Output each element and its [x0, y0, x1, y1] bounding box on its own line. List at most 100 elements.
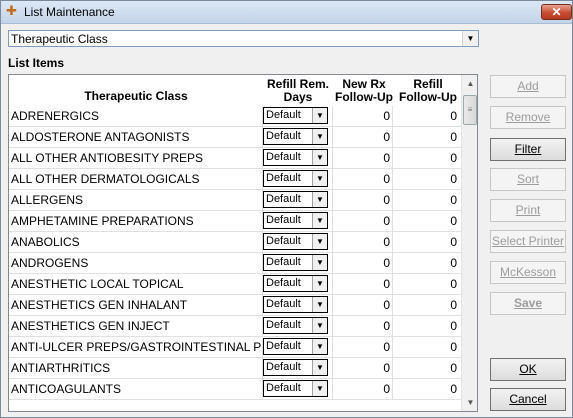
therapeutic-class-cell[interactable]: ALLERGENS: [9, 190, 263, 210]
therapeutic-class-cell[interactable]: ANDROGENS: [9, 253, 263, 273]
refill-follow-up-cell[interactable]: 0: [393, 379, 461, 399]
refill-days-select[interactable]: Default ▼: [263, 128, 328, 145]
new-rx-follow-up-cell[interactable]: 0: [333, 337, 393, 357]
therapeutic-class-cell[interactable]: ALDOSTERONE ANTAGONISTS: [9, 127, 263, 147]
scroll-thumb[interactable]: ≡: [463, 95, 477, 125]
new-rx-follow-up-cell[interactable]: 0: [333, 274, 393, 294]
refill-follow-up-cell[interactable]: 0: [393, 295, 461, 315]
table-row[interactable]: ALL OTHER ANTIOBESITY PREPS Default ▼ 0 0: [9, 148, 461, 169]
chevron-down-icon[interactable]: ▼: [312, 318, 327, 333]
refill-follow-up-cell[interactable]: 0: [393, 358, 461, 378]
chevron-down-icon[interactable]: ▼: [312, 255, 327, 270]
close-button[interactable]: ✕: [541, 4, 572, 20]
new-rx-follow-up-cell[interactable]: 0: [333, 232, 393, 252]
refill-days-select[interactable]: Default ▼: [263, 170, 328, 187]
ok-button[interactable]: OK: [490, 358, 566, 381]
refill-follow-up-cell[interactable]: 0: [393, 127, 461, 147]
refill-follow-up-cell[interactable]: 0: [393, 211, 461, 231]
list-type-select[interactable]: Therapeutic Class ▼: [8, 30, 479, 47]
table-row[interactable]: ANDROGENS Default ▼ 0 0: [9, 253, 461, 274]
scroll-up-icon[interactable]: ▲: [462, 75, 477, 92]
chevron-down-icon[interactable]: ▼: [312, 213, 327, 228]
therapeutic-class-cell[interactable]: ALL OTHER ANTIOBESITY PREPS: [9, 148, 263, 168]
new-rx-follow-up-cell[interactable]: 0: [333, 106, 393, 126]
chevron-down-icon[interactable]: ▼: [462, 31, 478, 46]
filter-button[interactable]: Filter: [490, 138, 566, 161]
select-printer-button[interactable]: Select Printer: [490, 230, 566, 253]
column-header-refill-rem-days[interactable]: Refill Rem. Days: [263, 75, 333, 106]
vertical-scrollbar[interactable]: ▲ ≡ ▼: [461, 75, 477, 411]
chevron-down-icon[interactable]: ▼: [312, 171, 327, 186]
chevron-down-icon[interactable]: ▼: [312, 360, 327, 375]
refill-days-select[interactable]: Default ▼: [263, 275, 328, 292]
sort-button[interactable]: Sort: [490, 168, 566, 191]
chevron-down-icon[interactable]: ▼: [312, 381, 327, 396]
refill-days-select[interactable]: Default ▼: [263, 212, 328, 229]
chevron-down-icon[interactable]: ▼: [312, 192, 327, 207]
chevron-down-icon[interactable]: ▼: [312, 108, 327, 123]
chevron-down-icon[interactable]: ▼: [312, 339, 327, 354]
title-bar[interactable]: ✚ List Maintenance ✕: [1, 1, 572, 24]
new-rx-follow-up-cell[interactable]: 0: [333, 253, 393, 273]
new-rx-follow-up-cell[interactable]: 0: [333, 190, 393, 210]
table-row[interactable]: ANESTHETICS GEN INJECT Default ▼ 0 0: [9, 316, 461, 337]
refill-follow-up-cell[interactable]: 0: [393, 190, 461, 210]
chevron-down-icon[interactable]: ▼: [312, 276, 327, 291]
table-row[interactable]: ANESTHETICS GEN INHALANT Default ▼ 0 0: [9, 295, 461, 316]
cancel-button[interactable]: Cancel: [490, 388, 566, 411]
chevron-down-icon[interactable]: ▼: [312, 150, 327, 165]
chevron-down-icon[interactable]: ▼: [312, 234, 327, 249]
new-rx-follow-up-cell[interactable]: 0: [333, 379, 393, 399]
refill-days-select[interactable]: Default ▼: [263, 380, 328, 397]
therapeutic-class-cell[interactable]: ANTIARTHRITICS: [9, 358, 263, 378]
new-rx-follow-up-cell[interactable]: 0: [333, 358, 393, 378]
chevron-down-icon[interactable]: ▼: [312, 297, 327, 312]
therapeutic-class-cell[interactable]: AMPHETAMINE PREPARATIONS: [9, 211, 263, 231]
refill-days-select[interactable]: Default ▼: [263, 191, 328, 208]
therapeutic-class-cell[interactable]: ANABOLICS: [9, 232, 263, 252]
therapeutic-class-cell[interactable]: ADRENERGICS: [9, 106, 263, 126]
table-row[interactable]: ALL OTHER DERMATOLOGICALS Default ▼ 0 0: [9, 169, 461, 190]
refill-days-select[interactable]: Default ▼: [263, 317, 328, 334]
mckesson-button[interactable]: McKesson: [490, 261, 566, 284]
refill-days-select[interactable]: Default ▼: [263, 149, 328, 166]
new-rx-follow-up-cell[interactable]: 0: [333, 316, 393, 336]
refill-follow-up-cell[interactable]: 0: [393, 232, 461, 252]
refill-follow-up-cell[interactable]: 0: [393, 148, 461, 168]
table-row[interactable]: ANTIARTHRITICS Default ▼ 0 0: [9, 358, 461, 379]
refill-days-select[interactable]: Default ▼: [263, 107, 328, 124]
table-row[interactable]: ANTICOAGULANTS Default ▼ 0 0: [9, 379, 461, 400]
therapeutic-class-cell[interactable]: ANTICOAGULANTS: [9, 379, 263, 399]
refill-follow-up-cell[interactable]: 0: [393, 106, 461, 126]
table-row[interactable]: ALLERGENS Default ▼ 0 0: [9, 190, 461, 211]
refill-follow-up-cell[interactable]: 0: [393, 337, 461, 357]
remove-button[interactable]: Remove: [490, 106, 566, 129]
therapeutic-class-cell[interactable]: ANESTHETICS GEN INHALANT: [9, 295, 263, 315]
table-row[interactable]: ANABOLICS Default ▼ 0 0: [9, 232, 461, 253]
table-row[interactable]: ANESTHETIC LOCAL TOPICAL Default ▼ 0 0: [9, 274, 461, 295]
print-button[interactable]: Print: [490, 199, 566, 222]
refill-days-select[interactable]: Default ▼: [263, 233, 328, 250]
column-header-therapeutic-class[interactable]: Therapeutic Class: [9, 75, 263, 106]
add-button[interactable]: Add: [490, 75, 566, 98]
new-rx-follow-up-cell[interactable]: 0: [333, 148, 393, 168]
refill-follow-up-cell[interactable]: 0: [393, 169, 461, 189]
refill-days-select[interactable]: Default ▼: [263, 296, 328, 313]
column-header-new-rx-follow-up[interactable]: New Rx Follow-Up: [333, 75, 395, 106]
table-row[interactable]: ALDOSTERONE ANTAGONISTS Default ▼ 0 0: [9, 127, 461, 148]
refill-days-select[interactable]: Default ▼: [263, 338, 328, 355]
new-rx-follow-up-cell[interactable]: 0: [333, 127, 393, 147]
therapeutic-class-cell[interactable]: ALL OTHER DERMATOLOGICALS: [9, 169, 263, 189]
column-header-refill-follow-up[interactable]: Refill Follow-Up: [395, 75, 461, 106]
chevron-down-icon[interactable]: ▼: [312, 129, 327, 144]
therapeutic-class-cell[interactable]: ANESTHETIC LOCAL TOPICAL: [9, 274, 263, 294]
refill-days-select[interactable]: Default ▼: [263, 254, 328, 271]
refill-follow-up-cell[interactable]: 0: [393, 253, 461, 273]
table-row[interactable]: ANTI-ULCER PREPS/GASTROINTESTINAL PREPSD…: [9, 337, 461, 358]
therapeutic-class-cell[interactable]: ANESTHETICS GEN INJECT: [9, 316, 263, 336]
new-rx-follow-up-cell[interactable]: 0: [333, 211, 393, 231]
refill-follow-up-cell[interactable]: 0: [393, 274, 461, 294]
refill-days-select[interactable]: Default ▼: [263, 359, 328, 376]
table-row[interactable]: ADRENERGICS Default ▼ 0 0: [9, 106, 461, 127]
scroll-down-icon[interactable]: ▼: [462, 394, 477, 411]
